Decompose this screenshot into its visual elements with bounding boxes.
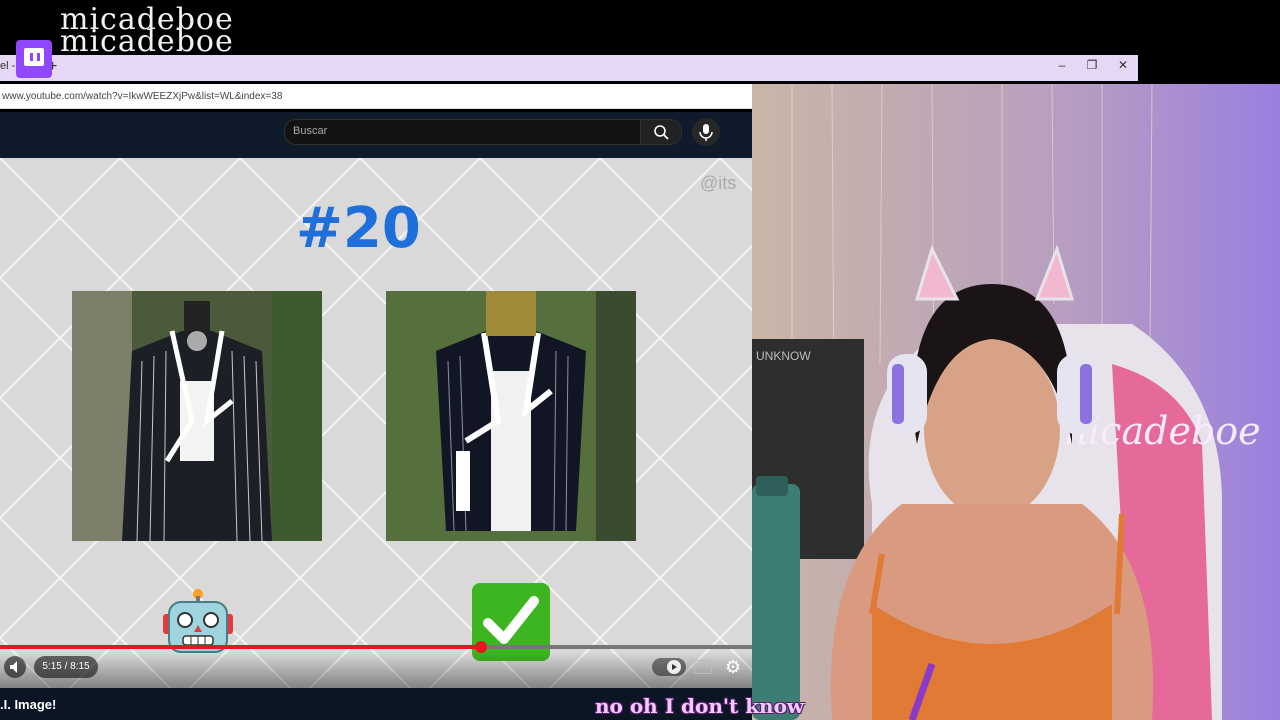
restore-button[interactable]: ❐ bbox=[1082, 58, 1102, 72]
captions-button[interactable] bbox=[694, 660, 712, 674]
ai-suit-photo bbox=[72, 291, 322, 541]
search-button[interactable] bbox=[640, 119, 682, 145]
voice-search-button[interactable] bbox=[692, 118, 720, 146]
url-text[interactable]: www.youtube.com/watch?v=IkwWEEZXjPw&list… bbox=[2, 91, 282, 102]
twitch-logo-icon bbox=[16, 40, 52, 78]
webcam-feed: UNKNOW micadeboe bbox=[752, 84, 1280, 720]
video-title[interactable]: .I. Image! bbox=[0, 697, 56, 712]
real-suit-photo bbox=[386, 291, 636, 541]
play-icon bbox=[667, 660, 681, 674]
browser-tab-bar bbox=[0, 55, 1138, 81]
mic-icon bbox=[699, 124, 713, 141]
live-subtitle: no oh I don't know bbox=[595, 694, 805, 718]
channel-brand: micadeboe micadeboe bbox=[60, 5, 234, 59]
search-placeholder: Buscar bbox=[293, 125, 328, 137]
volume-icon bbox=[10, 661, 17, 673]
minimize-button[interactable]: – bbox=[1052, 58, 1072, 72]
volume-button[interactable] bbox=[4, 656, 26, 678]
settings-gear-icon[interactable]: ⚙ bbox=[725, 657, 741, 678]
ranking-number: #20 bbox=[296, 196, 421, 261]
player-controls bbox=[0, 652, 752, 688]
video-watermark: @its bbox=[700, 173, 737, 193]
chalkboard-text: UNKNOW bbox=[756, 349, 811, 363]
search-icon bbox=[654, 125, 669, 140]
time-display: 5:15 / 8:15 bbox=[34, 656, 98, 678]
close-button[interactable]: ✕ bbox=[1113, 58, 1133, 72]
brand-line-2: micadeboe bbox=[60, 24, 234, 59]
browser-tab-title[interactable]: el - bbox=[0, 60, 15, 72]
progress-bar-fill[interactable] bbox=[0, 645, 482, 649]
search-input[interactable] bbox=[284, 119, 642, 145]
autoplay-toggle[interactable] bbox=[652, 658, 686, 676]
